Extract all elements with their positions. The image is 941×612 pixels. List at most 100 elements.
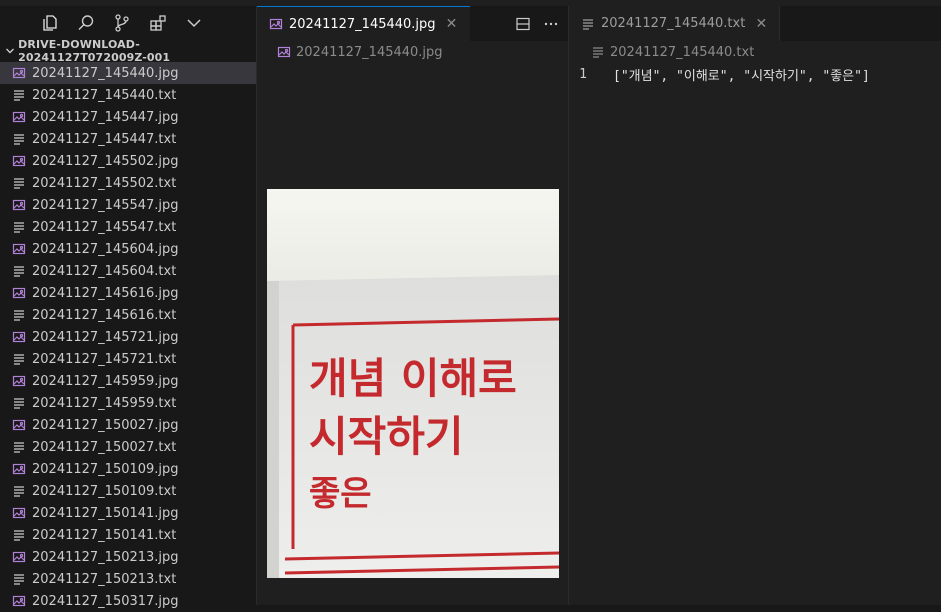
- activity-bar: [0, 6, 256, 40]
- file-item[interactable]: 20241127_145959.txt: [0, 392, 256, 414]
- text-file-icon: [581, 17, 595, 31]
- text-file-icon: [12, 132, 26, 146]
- extensions-icon[interactable]: [145, 10, 171, 36]
- file-label: 20241127_150109.txt: [32, 483, 177, 499]
- text-file-icon: [12, 484, 26, 498]
- search-icon[interactable]: [73, 10, 99, 36]
- file-item[interactable]: 20241127_150213.txt: [0, 568, 256, 590]
- file-item[interactable]: 20241127_145616.txt: [0, 304, 256, 326]
- code-line[interactable]: 1 ["개념", "이해로", "시작하기", "좋은"]: [569, 63, 941, 85]
- file-label: 20241127_150213.jpg: [32, 549, 179, 565]
- tab-text-file[interactable]: 20241127_145440.txt ✕: [569, 6, 781, 41]
- chevron-down-icon: [4, 46, 16, 56]
- editor-actions: [514, 6, 560, 41]
- breadcrumb[interactable]: 20241127_145440.txt: [569, 41, 941, 63]
- image-file-icon: [12, 110, 26, 124]
- file-item[interactable]: 20241127_145959.jpg: [0, 370, 256, 392]
- file-item[interactable]: 20241127_150109.jpg: [0, 458, 256, 480]
- image-file-icon: [12, 286, 26, 300]
- file-label: 20241127_145547.jpg: [32, 197, 179, 213]
- file-item[interactable]: 20241127_150141.jpg: [0, 502, 256, 524]
- text-file-icon: [12, 440, 26, 454]
- close-icon[interactable]: ✕: [444, 16, 460, 32]
- file-label: 20241127_145604.jpg: [32, 241, 179, 257]
- file-label: 20241127_150213.txt: [32, 571, 177, 587]
- line-number: 1: [579, 66, 587, 82]
- image-file-icon: [12, 198, 26, 212]
- file-item[interactable]: 20241127_145440.txt: [0, 84, 256, 106]
- image-file-icon: [277, 45, 291, 59]
- text-file-icon: [12, 176, 26, 190]
- file-item[interactable]: 20241127_145547.txt: [0, 216, 256, 238]
- file-label: 20241127_145721.txt: [32, 351, 177, 367]
- split-editor-icon[interactable]: [514, 15, 532, 33]
- file-item[interactable]: 20241127_145721.jpg: [0, 326, 256, 348]
- tab-bar: 20241127_145440.txt ✕: [569, 6, 941, 41]
- file-item[interactable]: 20241127_145502.txt: [0, 172, 256, 194]
- image-file-icon: [12, 374, 26, 388]
- file-item[interactable]: 20241127_145440.jpg: [0, 62, 256, 84]
- file-label: 20241127_145616.txt: [32, 307, 177, 323]
- folder-name: DRIVE-DOWNLOAD-20241127T072009Z-001: [18, 38, 171, 64]
- file-item[interactable]: 20241127_145502.jpg: [0, 150, 256, 172]
- file-label: 20241127_145447.txt: [32, 131, 177, 147]
- breadcrumb[interactable]: 20241127_145440.jpg: [257, 41, 568, 63]
- more-views-chevron-icon[interactable]: [181, 10, 207, 36]
- file-label: 20241127_145547.txt: [32, 219, 177, 235]
- text-file-icon: [12, 220, 26, 234]
- file-label: 20241127_150141.txt: [32, 527, 177, 543]
- text-file-icon: [591, 45, 605, 59]
- line-text[interactable]: ["개념", "이해로", "시작하기", "좋은"]: [613, 65, 870, 84]
- explorer-icon[interactable]: [37, 10, 63, 36]
- text-file-icon: [12, 528, 26, 542]
- image-text-line-3: 좋은: [309, 474, 372, 514]
- file-label: 20241127_145604.txt: [32, 263, 177, 279]
- file-item[interactable]: 20241127_145447.txt: [0, 128, 256, 150]
- image-file-icon: [12, 462, 26, 476]
- image-file-icon: [12, 594, 26, 608]
- image-file-icon: [12, 418, 26, 432]
- image-text-line-1: 개념 이해로: [309, 354, 517, 403]
- text-file-icon: [12, 352, 26, 366]
- file-item[interactable]: 20241127_145547.jpg: [0, 194, 256, 216]
- close-icon[interactable]: ✕: [753, 16, 769, 32]
- image-file-icon: [12, 330, 26, 344]
- file-item[interactable]: 20241127_150213.jpg: [0, 546, 256, 568]
- file-label: 20241127_145440.txt: [32, 87, 177, 103]
- file-item[interactable]: 20241127_145604.jpg: [0, 238, 256, 260]
- file-item[interactable]: 20241127_150317.jpg: [0, 590, 256, 612]
- more-actions-icon[interactable]: [542, 15, 560, 33]
- file-label: 20241127_145502.jpg: [32, 153, 179, 169]
- file-label: 20241127_150027.jpg: [32, 417, 179, 433]
- tab-image-file[interactable]: 20241127_145440.jpg ✕: [257, 6, 470, 41]
- breadcrumb-label: 20241127_145440.txt: [610, 44, 755, 60]
- file-item[interactable]: 20241127_150027.txt: [0, 436, 256, 458]
- file-label: 20241127_150141.jpg: [32, 505, 179, 521]
- file-item[interactable]: 20241127_145721.txt: [0, 348, 256, 370]
- image-file-icon: [12, 506, 26, 520]
- image-file-icon: [12, 66, 26, 80]
- text-file-icon: [12, 264, 26, 278]
- text-file-icon: [12, 396, 26, 410]
- file-label: 20241127_145959.txt: [32, 395, 177, 411]
- image-text-line-2: 시작하기: [309, 412, 464, 461]
- file-label: 20241127_145721.jpg: [32, 329, 179, 345]
- breadcrumb-label: 20241127_145440.jpg: [296, 44, 443, 60]
- file-tree: 20241127_145440.jpg 20241127_145440.txt 20…: [0, 62, 256, 612]
- text-file-icon: [12, 308, 26, 322]
- explorer-sidebar: DRIVE-DOWNLOAD-20241127T072009Z-001 2024…: [0, 6, 257, 609]
- file-item[interactable]: 20241127_145604.txt: [0, 260, 256, 282]
- folder-header[interactable]: DRIVE-DOWNLOAD-20241127T072009Z-001: [0, 38, 256, 64]
- file-item[interactable]: 20241127_145616.jpg: [0, 282, 256, 304]
- file-item[interactable]: 20241127_150027.jpg: [0, 414, 256, 436]
- file-label: 20241127_145440.jpg: [32, 65, 179, 81]
- source-control-icon[interactable]: [109, 10, 135, 36]
- file-label: 20241127_145447.jpg: [32, 109, 179, 125]
- file-label: 20241127_150027.txt: [32, 439, 177, 455]
- file-item[interactable]: 20241127_150141.txt: [0, 524, 256, 546]
- file-item[interactable]: 20241127_150109.txt: [0, 480, 256, 502]
- file-item[interactable]: 20241127_145447.jpg: [0, 106, 256, 128]
- image-file-icon: [269, 17, 283, 31]
- editor-group-text: 20241127_145440.txt ✕ 20241127_145440.tx…: [569, 6, 941, 605]
- tab-bar: 20241127_145440.jpg ✕: [257, 6, 568, 41]
